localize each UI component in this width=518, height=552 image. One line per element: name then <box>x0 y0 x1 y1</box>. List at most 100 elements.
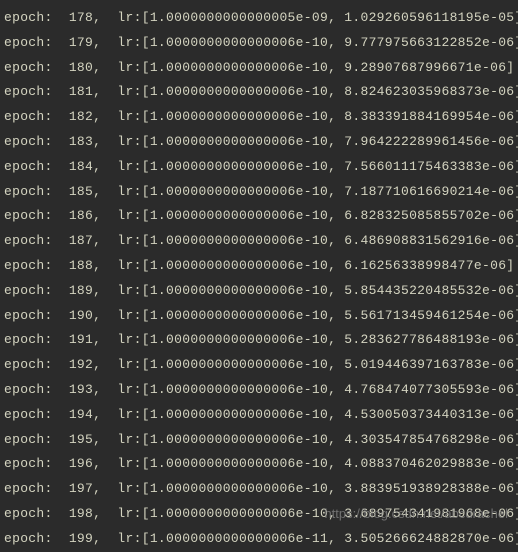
lr-values: [1.0000000000000006e-10, 5.0194463971637… <box>142 357 518 372</box>
lr-label: lr: <box>117 407 141 422</box>
lr-label: lr: <box>117 357 141 372</box>
log-line: epoch: 190, lr:[1.0000000000000006e-10, … <box>4 304 514 329</box>
lr-label: lr: <box>117 159 141 174</box>
epoch-value: 181, <box>69 84 101 99</box>
lr-label: lr: <box>117 432 141 447</box>
epoch-label: epoch: <box>4 357 53 372</box>
log-line: epoch: 182, lr:[1.0000000000000006e-10, … <box>4 105 514 130</box>
lr-values: [1.0000000000000006e-10, 8.8246230359683… <box>142 84 518 99</box>
epoch-value: 199, <box>69 531 101 546</box>
log-line: epoch: 197, lr:[1.0000000000000006e-10, … <box>4 477 514 502</box>
epoch-value: 191, <box>69 332 101 347</box>
epoch-label: epoch: <box>4 60 53 75</box>
epoch-label: epoch: <box>4 308 53 323</box>
log-line: epoch: 183, lr:[1.0000000000000006e-10, … <box>4 130 514 155</box>
log-line: epoch: 195, lr:[1.0000000000000006e-10, … <box>4 428 514 453</box>
lr-label: lr: <box>117 233 141 248</box>
lr-values: [1.0000000000000006e-10, 6.1625633899847… <box>142 258 515 273</box>
training-log-output: epoch: 178, lr:[1.0000000000000005e-09, … <box>4 6 514 552</box>
lr-label: lr: <box>117 481 141 496</box>
log-line: epoch: 187, lr:[1.0000000000000006e-10, … <box>4 229 514 254</box>
epoch-label: epoch: <box>4 109 53 124</box>
log-line: epoch: 191, lr:[1.0000000000000006e-10, … <box>4 328 514 353</box>
log-line: epoch: 194, lr:[1.0000000000000006e-10, … <box>4 403 514 428</box>
lr-label: lr: <box>117 258 141 273</box>
lr-values: [1.0000000000000006e-11, 3.5052666248828… <box>142 531 518 546</box>
epoch-value: 178, <box>69 10 101 25</box>
lr-label: lr: <box>117 184 141 199</box>
epoch-value: 186, <box>69 208 101 223</box>
log-line: epoch: 189, lr:[1.0000000000000006e-10, … <box>4 279 514 304</box>
epoch-value: 185, <box>69 184 101 199</box>
lr-values: [1.0000000000000006e-10, 4.5300503734403… <box>142 407 518 422</box>
epoch-label: epoch: <box>4 456 53 471</box>
epoch-label: epoch: <box>4 432 53 447</box>
epoch-value: 195, <box>69 432 101 447</box>
watermark-text: https://blog.csdn.net/abcdrachel <box>324 502 508 527</box>
lr-values: [1.0000000000000006e-10, 9.7779756631228… <box>142 35 518 50</box>
lr-label: lr: <box>117 208 141 223</box>
lr-label: lr: <box>117 382 141 397</box>
epoch-value: 193, <box>69 382 101 397</box>
epoch-label: epoch: <box>4 283 53 298</box>
lr-values: [1.0000000000000006e-10, 4.3035478547682… <box>142 432 518 447</box>
lr-values: [1.0000000000000006e-10, 9.2890768799667… <box>142 60 515 75</box>
epoch-label: epoch: <box>4 506 53 521</box>
log-line: epoch: 188, lr:[1.0000000000000006e-10, … <box>4 254 514 279</box>
epoch-label: epoch: <box>4 531 53 546</box>
lr-label: lr: <box>117 506 141 521</box>
epoch-label: epoch: <box>4 35 53 50</box>
epoch-label: epoch: <box>4 159 53 174</box>
lr-values: [1.0000000000000005e-09, 1.0292605961181… <box>142 10 518 25</box>
lr-label: lr: <box>117 332 141 347</box>
lr-label: lr: <box>117 531 141 546</box>
epoch-label: epoch: <box>4 233 53 248</box>
lr-values: [1.0000000000000006e-10, 5.5617134594612… <box>142 308 518 323</box>
epoch-value: 182, <box>69 109 101 124</box>
epoch-value: 189, <box>69 283 101 298</box>
log-line: epoch: 192, lr:[1.0000000000000006e-10, … <box>4 353 514 378</box>
log-line: epoch: 180, lr:[1.0000000000000006e-10, … <box>4 56 514 81</box>
epoch-value: 183, <box>69 134 101 149</box>
epoch-label: epoch: <box>4 481 53 496</box>
lr-values: [1.0000000000000006e-10, 7.1877106166902… <box>142 184 518 199</box>
epoch-value: 190, <box>69 308 101 323</box>
lr-values: [1.0000000000000006e-10, 5.2836277864881… <box>142 332 518 347</box>
epoch-label: epoch: <box>4 332 53 347</box>
log-line: epoch: 185, lr:[1.0000000000000006e-10, … <box>4 180 514 205</box>
epoch-value: 184, <box>69 159 101 174</box>
lr-values: [1.0000000000000006e-10, 6.4869088315629… <box>142 233 518 248</box>
log-line: epoch: 196, lr:[1.0000000000000006e-10, … <box>4 452 514 477</box>
epoch-value: 187, <box>69 233 101 248</box>
epoch-label: epoch: <box>4 184 53 199</box>
epoch-value: 192, <box>69 357 101 372</box>
lr-values: [1.0000000000000006e-10, 8.3833918841699… <box>142 109 518 124</box>
epoch-label: epoch: <box>4 10 53 25</box>
lr-values: [1.0000000000000006e-10, 7.5660111754633… <box>142 159 518 174</box>
epoch-label: epoch: <box>4 84 53 99</box>
lr-label: lr: <box>117 35 141 50</box>
epoch-label: epoch: <box>4 407 53 422</box>
epoch-value: 179, <box>69 35 101 50</box>
epoch-label: epoch: <box>4 134 53 149</box>
log-line: epoch: 193, lr:[1.0000000000000006e-10, … <box>4 378 514 403</box>
epoch-label: epoch: <box>4 208 53 223</box>
lr-values: [1.0000000000000006e-10, 5.8544352204855… <box>142 283 518 298</box>
lr-label: lr: <box>117 109 141 124</box>
log-line: epoch: 181, lr:[1.0000000000000006e-10, … <box>4 80 514 105</box>
epoch-value: 198, <box>69 506 101 521</box>
lr-values: [1.0000000000000006e-10, 6.8283250858557… <box>142 208 518 223</box>
epoch-value: 196, <box>69 456 101 471</box>
lr-label: lr: <box>117 283 141 298</box>
lr-label: lr: <box>117 10 141 25</box>
log-line: epoch: 178, lr:[1.0000000000000005e-09, … <box>4 6 514 31</box>
epoch-label: epoch: <box>4 258 53 273</box>
lr-values: [1.0000000000000006e-10, 3.8839519389283… <box>142 481 518 496</box>
log-line: epoch: 179, lr:[1.0000000000000006e-10, … <box>4 31 514 56</box>
lr-label: lr: <box>117 456 141 471</box>
lr-values: [1.0000000000000006e-10, 7.9642222899614… <box>142 134 518 149</box>
log-line: epoch: 199, lr:[1.0000000000000006e-11, … <box>4 527 514 552</box>
lr-label: lr: <box>117 84 141 99</box>
lr-label: lr: <box>117 308 141 323</box>
log-line: epoch: 184, lr:[1.0000000000000006e-10, … <box>4 155 514 180</box>
